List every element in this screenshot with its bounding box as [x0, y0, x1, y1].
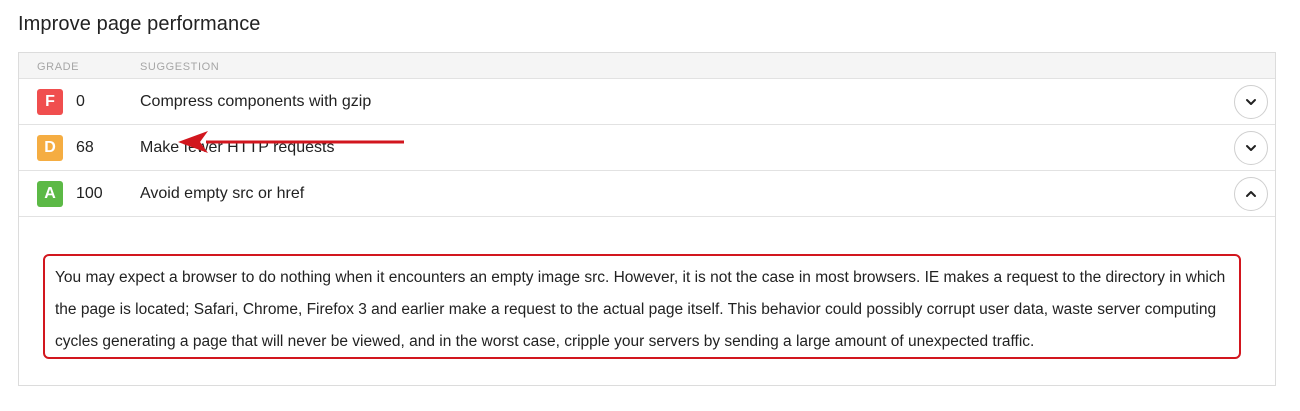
grade-score: 0 — [76, 93, 85, 110]
suggestion-label: Avoid empty src or href — [140, 185, 305, 202]
grade-score: 100 — [76, 185, 103, 202]
chevron-up-icon — [1246, 191, 1256, 197]
suggestion-column-header: SUGGESTION — [140, 61, 220, 73]
collapse-toggle-button[interactable] — [1234, 177, 1268, 211]
grade-badge: D — [37, 135, 63, 161]
grade-badge: F — [37, 89, 63, 115]
grade-score: 68 — [76, 139, 94, 156]
chevron-down-icon — [1246, 99, 1256, 105]
suggestions-table: GRADE SUGGESTION F 0 Compress components… — [18, 52, 1276, 386]
grade-badge: A — [37, 181, 63, 207]
grade-column-header: GRADE — [37, 61, 80, 73]
table-row[interactable]: F 0 Compress components with gzip — [19, 79, 1275, 125]
expand-toggle-button[interactable] — [1234, 85, 1268, 119]
page: Improve page performance GRADE SUGGESTIO… — [0, 0, 1300, 411]
suggestion-details: You may expect a browser to do nothing w… — [19, 217, 1275, 386]
table-row[interactable]: A 100 Avoid empty src or href — [19, 171, 1275, 217]
section-title: Improve page performance — [18, 13, 261, 35]
chevron-down-icon — [1246, 145, 1256, 151]
suggestion-description: You may expect a browser to do nothing w… — [43, 254, 1241, 359]
suggestion-label: Compress components with gzip — [140, 93, 372, 110]
expand-toggle-button[interactable] — [1234, 131, 1268, 165]
arrow-left-icon — [178, 131, 404, 153]
table-header: GRADE SUGGESTION — [19, 53, 1275, 79]
